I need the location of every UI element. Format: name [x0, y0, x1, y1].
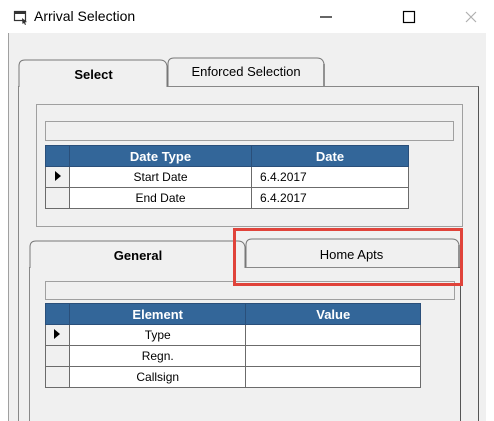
current-row-arrow-icon: [54, 329, 61, 339]
tab-select[interactable]: Select: [21, 60, 166, 88]
cell-date[interactable]: 6.4.2017: [251, 166, 409, 188]
column-header-value[interactable]: Value: [245, 303, 421, 325]
close-button[interactable]: [448, 0, 494, 33]
tab-general-label: General: [113, 247, 163, 263]
cell-value[interactable]: [245, 366, 421, 388]
tab-general[interactable]: General: [32, 241, 244, 269]
row-indicator[interactable]: [45, 324, 70, 346]
table-row[interactable]: End Date 6.4.2017: [45, 187, 409, 209]
table-row[interactable]: Type: [45, 324, 421, 346]
row-indicator[interactable]: [45, 166, 70, 188]
column-header-date-type[interactable]: Date Type: [69, 145, 252, 167]
element-grid-group-bar: [45, 281, 455, 300]
cell-element[interactable]: Type: [68, 324, 247, 346]
cell-value[interactable]: [245, 324, 421, 346]
date-grid-header-row: Date Type Date: [45, 145, 409, 167]
cell-element[interactable]: Regn.: [68, 345, 247, 367]
cell-value[interactable]: [245, 345, 421, 367]
cell-date[interactable]: 6.4.2017: [251, 187, 409, 209]
cell-date-type[interactable]: End Date: [69, 187, 252, 209]
tab-enforced-selection-label: Enforced Selection: [191, 64, 301, 79]
cell-element[interactable]: Callsign: [68, 366, 247, 388]
maximize-icon: [402, 10, 416, 23]
cell-date-type[interactable]: Start Date: [69, 166, 252, 188]
maximize-button[interactable]: [386, 0, 432, 33]
row-indicator[interactable]: [45, 366, 70, 388]
arrival-selection-window: Arrival Selection Select Enforced Select…: [0, 0, 494, 421]
row-indicator-header: [45, 303, 70, 325]
tab-home-apts[interactable]: Home Apts: [245, 241, 458, 267]
tab-enforced-selection[interactable]: Enforced Selection: [167, 58, 325, 85]
row-indicator[interactable]: [45, 187, 70, 209]
element-grid: Element Value Type Regn. Callsign: [45, 303, 421, 388]
column-header-element[interactable]: Element: [68, 303, 247, 325]
app-window-icon: [13, 10, 27, 25]
row-indicator-header: [45, 145, 70, 167]
minimize-icon: [320, 15, 332, 18]
tab-select-label: Select: [74, 66, 113, 82]
table-row[interactable]: Start Date 6.4.2017: [45, 166, 409, 188]
current-row-arrow-icon: [54, 171, 61, 181]
table-row[interactable]: Regn.: [45, 345, 421, 367]
window-title: Arrival Selection: [34, 8, 136, 24]
tab-home-apts-label: Home Apts: [319, 246, 384, 262]
close-icon: [465, 11, 477, 22]
date-grid: Date Type Date Start Date 6.4.2017 End D…: [45, 145, 409, 209]
minimize-button[interactable]: [303, 0, 349, 33]
element-grid-header-row: Element Value: [45, 303, 421, 325]
title-bar[interactable]: Arrival Selection: [0, 0, 494, 33]
column-header-date[interactable]: Date: [251, 145, 409, 167]
table-row[interactable]: Callsign: [45, 366, 421, 388]
date-grid-group-bar: [45, 121, 454, 141]
row-indicator[interactable]: [45, 345, 70, 367]
